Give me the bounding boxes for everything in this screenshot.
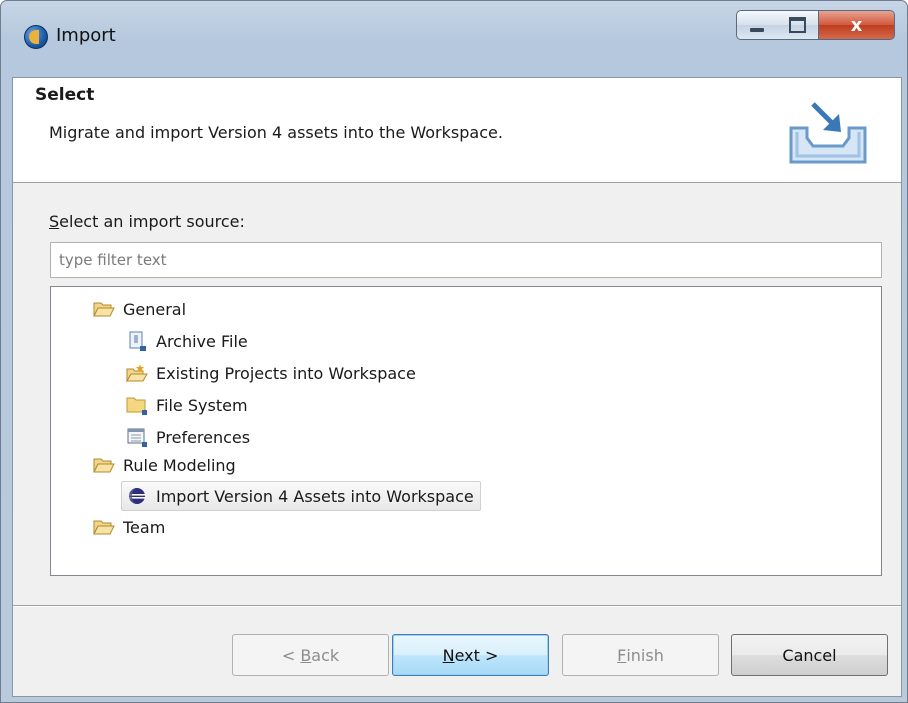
import-source-label: Select an import source: (49, 212, 245, 231)
window-title: Import (56, 25, 116, 46)
button-bar-separator (13, 605, 901, 607)
preferences-icon (127, 428, 147, 447)
cancel-button[interactable]: Cancel (731, 634, 888, 676)
minimize-icon (750, 28, 764, 32)
next-button[interactable]: Next > (392, 634, 549, 676)
title-bar[interactable]: Import x (1, 1, 907, 77)
tree-item-label: File System (156, 395, 248, 415)
tree-item-label: Archive File (156, 331, 248, 351)
open-folder-icon (93, 458, 115, 473)
close-button[interactable]: x (819, 10, 895, 40)
project-folder-icon (126, 364, 148, 383)
tree-item-file-system[interactable]: File System (126, 391, 248, 419)
folder-icon (126, 397, 147, 415)
tree-item-label: Preferences (156, 427, 251, 447)
open-folder-icon (93, 520, 115, 535)
close-icon: x (850, 14, 863, 36)
wizard-banner: Select Migrate and import Version 4 asse… (13, 78, 901, 183)
minimize-button[interactable] (736, 10, 778, 40)
tree-item-existing-projects[interactable]: Existing Projects into Workspace (126, 359, 416, 387)
filter-input[interactable] (50, 242, 882, 278)
dialog-window: Import x Select Migrate and import Versi… (0, 0, 908, 703)
tree-item-general[interactable]: General (93, 295, 186, 323)
open-folder-icon (93, 302, 115, 317)
tree-item-label: Team (123, 517, 166, 537)
tree-item-preferences[interactable]: Preferences (126, 423, 250, 451)
tree-item-label: General (123, 299, 187, 319)
maximize-icon (789, 17, 806, 33)
import-source-tree[interactable]: General Archive File Existing Projects i… (50, 286, 882, 576)
finish-button[interactable]: Finish (562, 634, 719, 676)
maximize-button[interactable] (777, 10, 819, 40)
app-icon (24, 25, 48, 49)
tree-item-label: Existing Projects into Workspace (156, 363, 416, 383)
archive-file-icon (129, 331, 146, 351)
tree-item-label: Rule Modeling (123, 455, 236, 475)
tree-item-archive-file[interactable]: Archive File (126, 327, 248, 355)
back-button[interactable]: < Back (232, 634, 389, 676)
page-description: Migrate and import Version 4 assets into… (49, 123, 503, 142)
tree-item-team[interactable]: Team (93, 513, 165, 541)
eclipse-globe-icon (129, 488, 145, 504)
tree-item-rule-modeling[interactable]: Rule Modeling (93, 451, 236, 479)
dialog-content: Select Migrate and import Version 4 asse… (12, 77, 902, 697)
import-tray-icon (789, 102, 867, 164)
page-title: Select (35, 85, 95, 105)
tree-item-label: Import Version 4 Assets into Workspace (156, 486, 474, 506)
tree-item-import-version-4-assets[interactable]: Import Version 4 Assets into Workspace (121, 481, 481, 511)
